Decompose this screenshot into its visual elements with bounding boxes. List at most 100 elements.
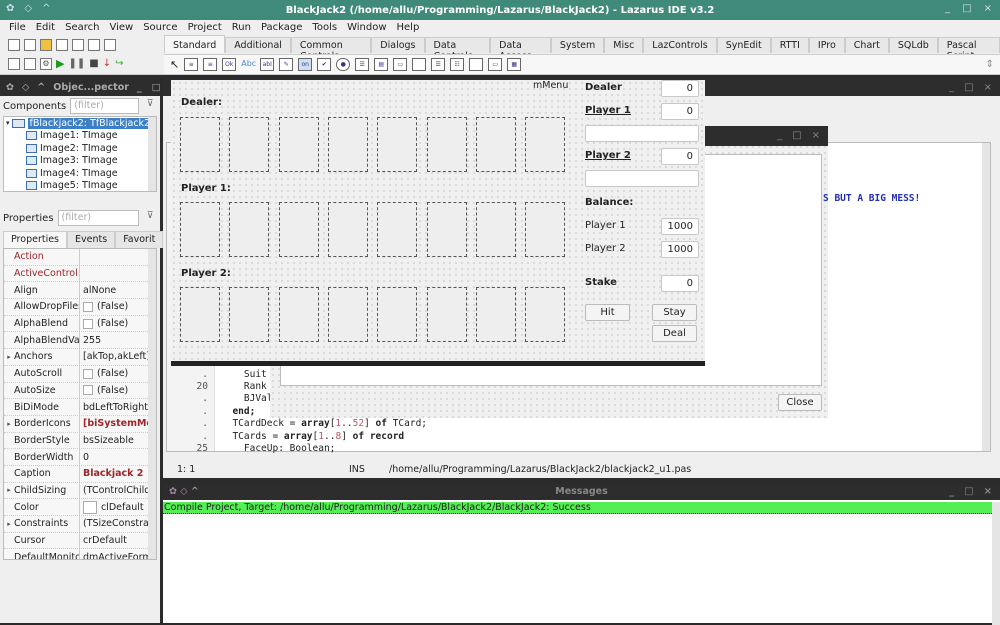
close-button[interactable]: × xyxy=(984,3,992,14)
stay-button[interactable]: Stay xyxy=(652,304,697,321)
property-value[interactable]: crDefault xyxy=(80,535,156,546)
tab-sqldb[interactable]: SQLdb xyxy=(888,37,938,53)
property-value[interactable]: bdLeftToRight xyxy=(80,402,156,413)
property-value[interactable]: [akTop,akLeft] xyxy=(80,351,156,362)
property-grid[interactable]: Action ActiveControl Align alNone AllowDropF… xyxy=(3,248,157,560)
blackjack-form-designer[interactable]: mMenu Dealer: Player 1: Player 2: Dealer… xyxy=(171,80,705,366)
menu-view[interactable]: View xyxy=(104,22,138,33)
player1-card-image[interactable] xyxy=(229,202,270,257)
dealer-card-image[interactable] xyxy=(229,117,270,172)
checkbox[interactable] xyxy=(83,385,93,396)
tab-rtti[interactable]: RTTI xyxy=(770,37,809,53)
minimize-button[interactable]: _ xyxy=(945,3,950,14)
property-row[interactable]: ▸ Anchors [akTop,akLeft] xyxy=(4,349,156,366)
property-row[interactable]: AlphaBlendValue255 xyxy=(4,332,156,350)
property-row[interactable]: ▸BorderIcons[biSystemMenu, xyxy=(4,415,156,433)
menu-tools[interactable]: Tools xyxy=(307,22,342,33)
expand-icon[interactable]: ▸ xyxy=(4,420,14,428)
expand-icon[interactable]: ▸ xyxy=(4,486,14,494)
dealer-card-image[interactable] xyxy=(180,117,220,172)
label-icon[interactable]: Abc xyxy=(241,58,256,71)
tree-node[interactable]: ▾ fBlackjack2: TfBlackjack2 xyxy=(4,117,156,130)
property-row[interactable]: AlphaBlend (False) xyxy=(4,315,156,333)
property-value[interactable]: alNone xyxy=(80,285,156,296)
shade-icon[interactable]: ^ xyxy=(37,82,45,93)
balance-player2-field[interactable]: 1000 xyxy=(661,241,699,258)
property-row[interactable]: ▸Constraints(TSizeConstraints xyxy=(4,516,156,533)
tab-synedit[interactable]: SynEdit xyxy=(716,37,771,53)
dealer-card-image[interactable] xyxy=(475,117,516,172)
maximize-button[interactable]: □ xyxy=(152,82,161,93)
tree-node[interactable]: Image1: TImage xyxy=(4,130,156,143)
checkbox-icon[interactable]: ✔ xyxy=(317,58,332,71)
property-row[interactable]: ▸ ChildSizing (TControlChildSiz xyxy=(4,482,156,500)
mainmenu-component[interactable]: mMenu xyxy=(533,80,568,91)
listbox-icon[interactable]: ☰ xyxy=(355,58,370,71)
checkbox[interactable] xyxy=(83,301,93,312)
clear-filter-icon[interactable]: ⊽ xyxy=(143,99,157,113)
new-form-icon[interactable] xyxy=(24,39,36,51)
memo-icon[interactable]: ✎ xyxy=(279,58,294,71)
save-icon[interactable] xyxy=(56,39,68,51)
component-tree[interactable]: ▾ fBlackjack2: TfBlackjack2 Image1: TImag… xyxy=(3,116,157,192)
combobox-icon[interactable]: ▤ xyxy=(374,58,389,71)
stake-field[interactable]: 0 xyxy=(661,275,699,292)
player1-card-image[interactable] xyxy=(180,202,220,257)
frame-icon[interactable]: ▭ xyxy=(488,58,503,71)
run-icon[interactable]: ▶ xyxy=(56,57,64,70)
view-toggle-icon[interactable] xyxy=(24,57,36,70)
tab-dialogs[interactable]: Dialogs xyxy=(371,37,425,53)
player2-card-image[interactable] xyxy=(278,287,319,342)
checkgroup-icon[interactable]: ☷ xyxy=(450,58,465,71)
messages-scrollbar[interactable] xyxy=(992,502,1000,625)
menu-run[interactable]: Run xyxy=(227,22,256,33)
property-value[interactable]: (False) xyxy=(80,385,156,396)
player1-card-image[interactable] xyxy=(327,202,368,257)
menu-search[interactable]: Search xyxy=(60,22,104,33)
property-value[interactable]: bsSizeable xyxy=(80,435,156,446)
stop-icon[interactable]: ■ xyxy=(89,58,98,69)
tree-node[interactable]: Image5: TImage xyxy=(4,180,156,193)
tab-properties[interactable]: Properties xyxy=(3,231,68,248)
menu-help[interactable]: Help xyxy=(392,22,425,33)
tab-pascal-script[interactable]: Pascal Script xyxy=(937,37,1000,62)
minimize-button[interactable]: _ xyxy=(949,82,954,93)
player2-card-image[interactable] xyxy=(180,287,220,342)
popupmenu-icon[interactable]: ≡ xyxy=(203,58,218,71)
tree-node[interactable]: Image3: TImage xyxy=(4,155,156,168)
scrollbar-icon[interactable]: ▭ xyxy=(393,58,408,71)
togglebox-icon[interactable]: on xyxy=(298,58,313,71)
property-row[interactable]: Action xyxy=(4,249,156,266)
property-value[interactable]: clDefault xyxy=(80,500,156,514)
components-filter-input[interactable]: (filter) xyxy=(70,98,139,114)
tree-node[interactable]: Image2: TImage xyxy=(4,142,156,155)
close-button[interactable]: × xyxy=(984,484,992,500)
player2-card-image[interactable] xyxy=(475,287,516,342)
save-all-icon[interactable] xyxy=(72,39,84,51)
dealer-card-image[interactable] xyxy=(327,117,368,172)
button-icon[interactable]: Ok xyxy=(222,58,237,71)
tab-chart[interactable]: Chart xyxy=(844,37,889,53)
property-value[interactable]: Blackjack 2 xyxy=(80,468,156,479)
menu-file[interactable]: File xyxy=(4,22,31,33)
groupbox-icon[interactable] xyxy=(412,58,427,71)
dealer-card-image[interactable] xyxy=(525,117,566,172)
view-forms-icon[interactable] xyxy=(104,39,116,51)
menu-window[interactable]: Window xyxy=(342,22,391,33)
checkbox[interactable] xyxy=(83,368,93,379)
open-icon[interactable] xyxy=(40,39,52,51)
menu-edit[interactable]: Edit xyxy=(31,22,60,33)
pause-icon[interactable]: ❚❚ xyxy=(68,58,85,69)
close-button[interactable]: Close xyxy=(778,394,822,411)
player2-score-field[interactable]: 0 xyxy=(661,148,699,165)
tab-lazcontrols[interactable]: LazControls xyxy=(643,37,717,53)
mainmenu-icon[interactable]: ≡ xyxy=(184,58,199,71)
message-line[interactable]: Compile Project, Target: /home/allu/Prog… xyxy=(163,502,1000,514)
property-row[interactable]: BorderStyle bsSizeable xyxy=(4,432,156,450)
toggle-form-icon[interactable] xyxy=(88,39,100,51)
property-value[interactable]: 255 xyxy=(80,335,156,346)
maximize-button[interactable]: □ xyxy=(964,484,973,500)
tree-scrollbar[interactable] xyxy=(148,117,156,191)
property-value[interactable]: [biSystemMenu, xyxy=(80,418,156,429)
property-value[interactable]: (TControlChildSiz xyxy=(80,485,156,496)
